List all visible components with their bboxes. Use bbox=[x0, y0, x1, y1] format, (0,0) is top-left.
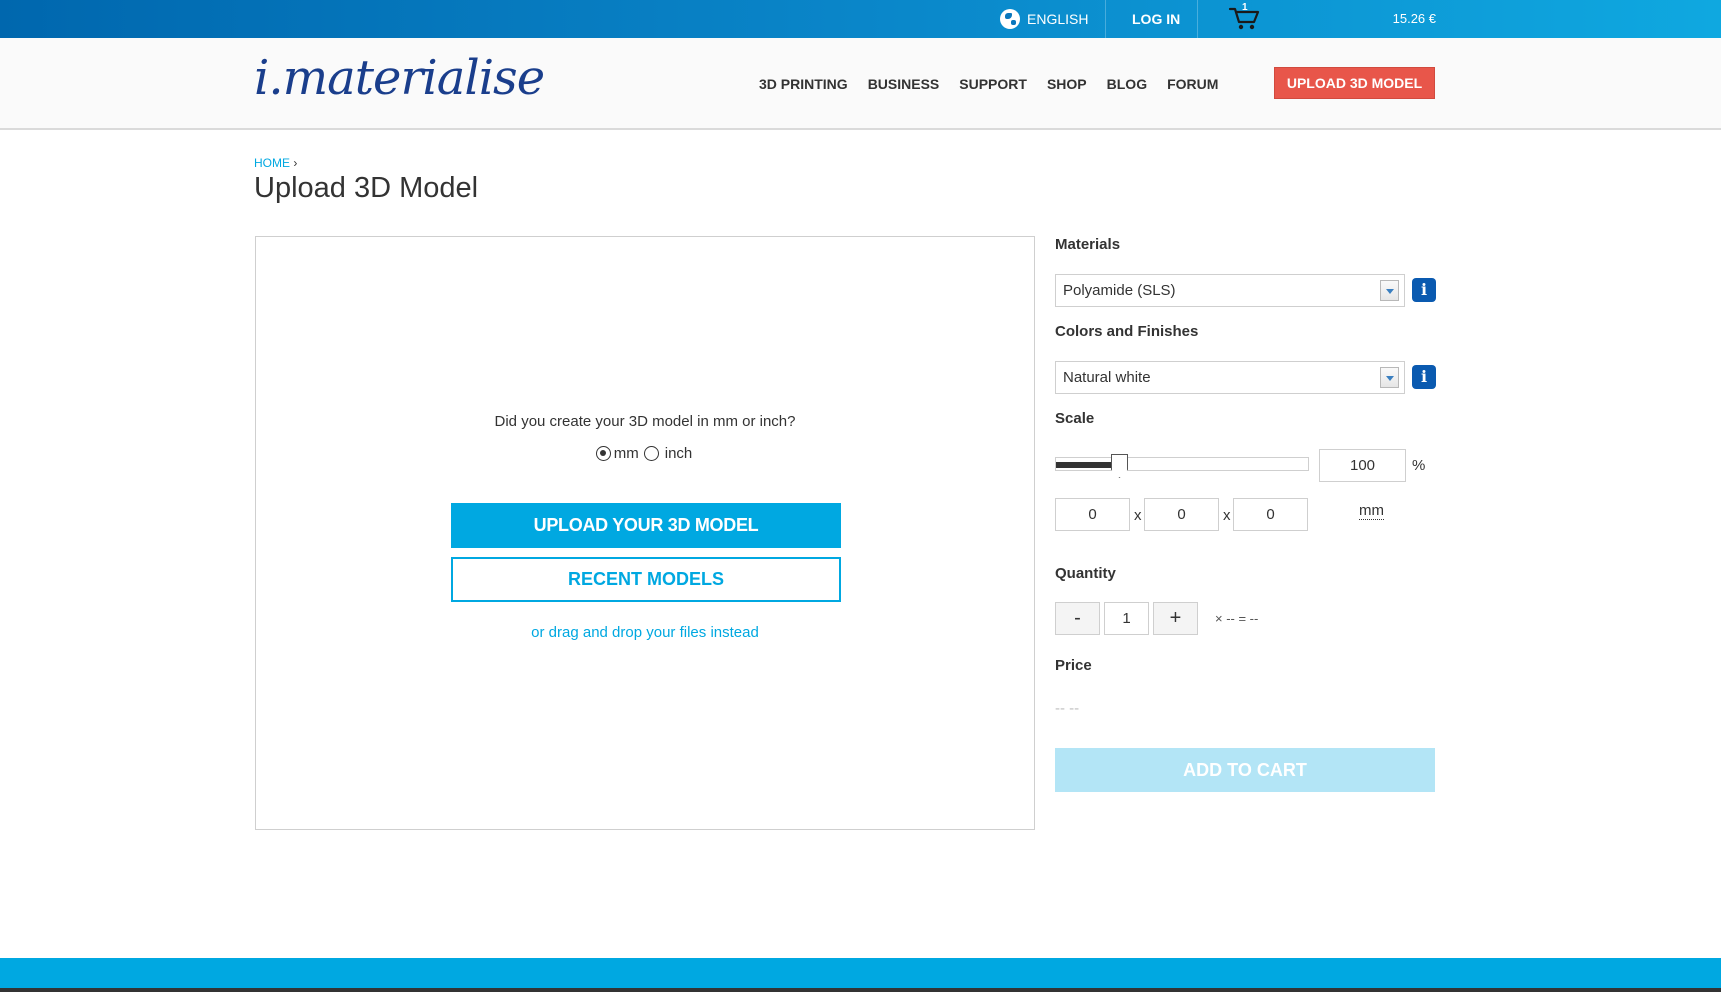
quantity-decrement-button[interactable]: - bbox=[1055, 602, 1100, 635]
quantity-input[interactable]: 1 bbox=[1104, 602, 1149, 635]
drag-drop-link[interactable]: or drag and drop your files instead bbox=[256, 624, 1034, 641]
quantity-price-formula: × -- = -- bbox=[1215, 611, 1259, 626]
chevron-down-icon bbox=[1380, 367, 1399, 388]
cart-count-badge: 1 bbox=[1242, 2, 1248, 13]
quantity-label: Quantity bbox=[1055, 565, 1116, 582]
language-label: ENGLISH bbox=[1027, 11, 1089, 27]
cart-total: 15.26 € bbox=[1392, 11, 1436, 26]
colors-select[interactable]: Natural white bbox=[1055, 361, 1405, 394]
dimension-x-input[interactable]: 0 bbox=[1055, 498, 1130, 531]
quantity-increment-button[interactable]: + bbox=[1153, 602, 1198, 635]
login-link[interactable]: LOG IN bbox=[1132, 0, 1180, 38]
materials-info-icon[interactable]: i bbox=[1412, 278, 1436, 302]
breadcrumb: HOME › bbox=[254, 156, 297, 170]
dimension-separator: x bbox=[1223, 507, 1231, 524]
materials-select-value: Polyamide (SLS) bbox=[1063, 282, 1176, 299]
dimension-separator: x bbox=[1134, 507, 1142, 524]
top-bar: ENGLISH LOG IN 1 15.26 € bbox=[0, 0, 1721, 38]
header-upload-button[interactable]: UPLOAD 3D MODEL bbox=[1274, 67, 1435, 99]
scale-percent-unit: % bbox=[1412, 457, 1426, 474]
upload-dropzone[interactable]: Did you create your 3D model in mm or in… bbox=[255, 236, 1035, 830]
dimension-unit[interactable]: mm bbox=[1359, 503, 1384, 520]
footer-divider bbox=[0, 988, 1721, 992]
unit-radio-group: mm inch bbox=[256, 445, 1034, 462]
radio-inch[interactable] bbox=[643, 446, 659, 461]
divider bbox=[1197, 0, 1198, 38]
radio-inch-label[interactable]: inch bbox=[665, 445, 693, 462]
colors-info-icon[interactable]: i bbox=[1412, 365, 1436, 389]
divider bbox=[1105, 0, 1106, 38]
materials-label: Materials bbox=[1055, 236, 1121, 253]
dimension-y-input[interactable]: 0 bbox=[1144, 498, 1219, 531]
cart-button[interactable]: 1 bbox=[1228, 2, 1262, 31]
add-to-cart-button[interactable]: ADD TO CART bbox=[1055, 748, 1435, 792]
chevron-down-icon bbox=[1380, 280, 1399, 301]
footer-band bbox=[0, 958, 1721, 988]
recent-models-button[interactable]: RECENT MODELS bbox=[451, 557, 841, 602]
scale-slider-track[interactable] bbox=[1055, 457, 1309, 471]
radio-mm-label[interactable]: mm bbox=[614, 445, 639, 462]
nav-item-shop[interactable]: SHOP bbox=[1047, 76, 1087, 92]
upload-model-button[interactable]: UPLOAD YOUR 3D MODEL bbox=[451, 503, 841, 548]
nav-item-support[interactable]: SUPPORT bbox=[959, 76, 1027, 92]
globe-icon bbox=[1000, 9, 1020, 29]
colors-label: Colors and Finishes bbox=[1055, 323, 1199, 340]
colors-select-value: Natural white bbox=[1063, 369, 1151, 386]
unit-question: Did you create your 3D model in mm or in… bbox=[494, 413, 796, 430]
scale-slider-fill bbox=[1056, 462, 1120, 468]
site-logo[interactable]: i.materialise bbox=[254, 50, 545, 106]
scale-slider-handle[interactable] bbox=[1111, 454, 1128, 478]
price-value: -- -- bbox=[1055, 700, 1080, 717]
breadcrumb-home[interactable]: HOME bbox=[254, 156, 290, 170]
site-header: i.materialise 3D PRINTING BUSINESS SUPPO… bbox=[0, 38, 1721, 130]
nav-item-3d-printing[interactable]: 3D PRINTING bbox=[759, 76, 848, 92]
price-label: Price bbox=[1055, 657, 1092, 674]
dimension-z-input[interactable]: 0 bbox=[1233, 498, 1308, 531]
main-nav: 3D PRINTING BUSINESS SUPPORT SHOP BLOG F… bbox=[759, 38, 1218, 130]
breadcrumb-arrow: › bbox=[293, 156, 298, 170]
page-title: Upload 3D Model bbox=[254, 172, 479, 204]
nav-item-business[interactable]: BUSINESS bbox=[868, 76, 940, 92]
radio-mm[interactable] bbox=[595, 446, 611, 461]
scale-label: Scale bbox=[1055, 410, 1095, 427]
scale-input[interactable]: 100 bbox=[1319, 449, 1406, 482]
nav-item-forum[interactable]: FORUM bbox=[1167, 76, 1218, 92]
materials-select[interactable]: Polyamide (SLS) bbox=[1055, 274, 1405, 307]
language-selector[interactable]: ENGLISH bbox=[1000, 0, 1088, 38]
nav-item-blog[interactable]: BLOG bbox=[1107, 76, 1147, 92]
